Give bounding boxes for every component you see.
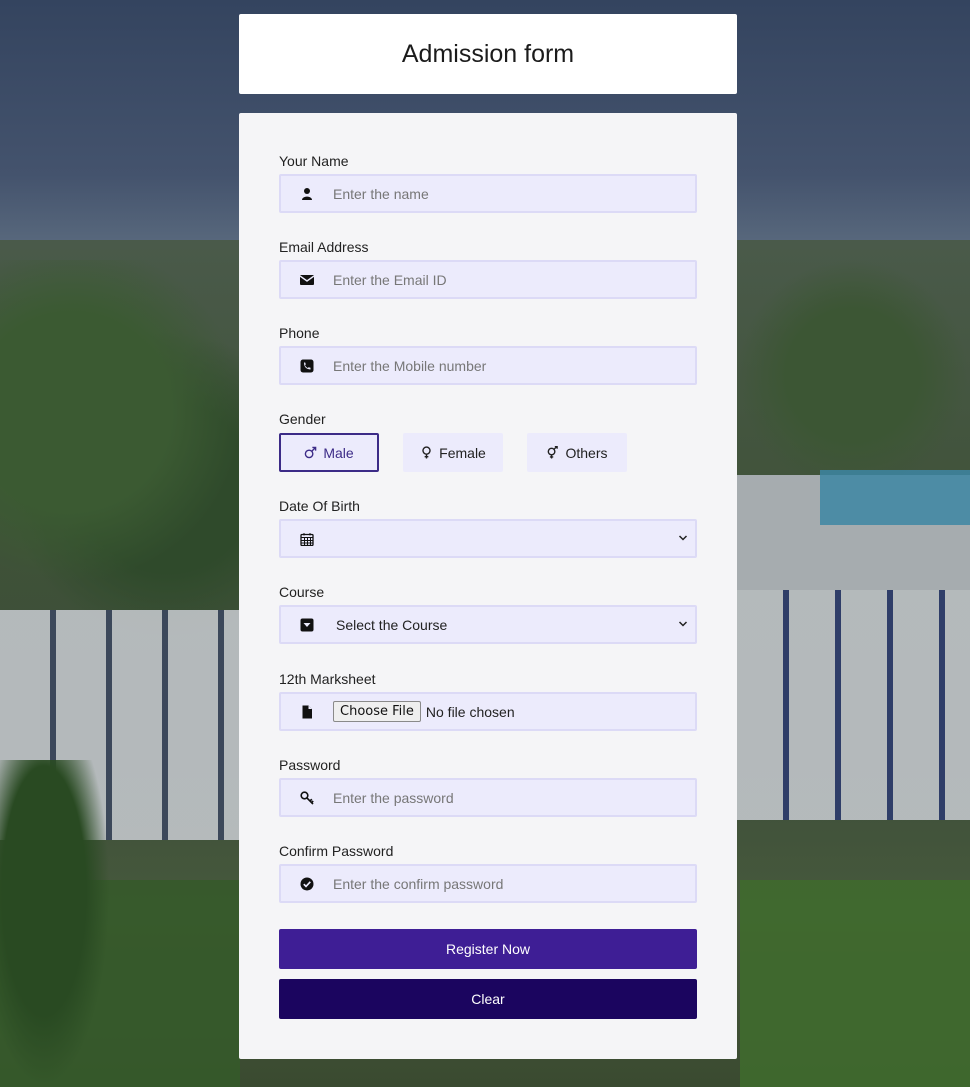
transgender-icon — [548, 446, 559, 459]
dob-field[interactable] — [279, 519, 697, 558]
confirm-password-input[interactable]: Enter the confirm password — [333, 876, 503, 892]
phone-label: Phone — [279, 325, 320, 341]
file-icon — [281, 705, 333, 719]
dob-label: Date Of Birth — [279, 498, 360, 514]
gender-others-option[interactable]: Others — [527, 433, 627, 472]
password-label: Password — [279, 757, 341, 773]
choose-file-button[interactable]: Choose File — [333, 701, 421, 722]
user-icon — [281, 187, 333, 201]
confirm-password-field[interactable]: Enter the confirm password — [279, 864, 697, 903]
phone-icon — [281, 359, 333, 373]
phone-field[interactable]: Enter the Mobile number — [279, 346, 697, 385]
female-icon — [422, 446, 431, 459]
email-field[interactable]: Enter the Email ID — [279, 260, 697, 299]
male-icon — [305, 446, 317, 459]
name-input[interactable]: Enter the name — [333, 186, 429, 202]
email-input[interactable]: Enter the Email ID — [333, 272, 447, 288]
calendar-icon — [281, 532, 333, 546]
gender-female-label: Female — [439, 444, 486, 461]
key-icon — [281, 790, 333, 805]
marksheet-label: 12th Marksheet — [279, 671, 376, 687]
course-select[interactable]: Select the Course — [279, 605, 697, 644]
chevron-down-icon — [678, 621, 688, 627]
gender-female-option[interactable]: Female — [403, 433, 503, 472]
course-selected-value: Select the Course — [336, 616, 448, 633]
header-card: Admission form — [239, 14, 737, 94]
marksheet-field: Choose File No file chosen — [279, 692, 697, 731]
clear-button[interactable]: Clear — [279, 979, 697, 1019]
gender-others-label: Others — [565, 444, 608, 461]
register-button[interactable]: Register Now — [279, 929, 697, 969]
phone-input[interactable]: Enter the Mobile number — [333, 358, 486, 374]
file-status-text: No file chosen — [425, 703, 515, 720]
password-input[interactable]: Enter the password — [333, 790, 454, 806]
chevron-down-icon[interactable] — [677, 532, 689, 544]
admission-form: Your Name Enter the name Email Address E… — [239, 113, 737, 1059]
name-label: Your Name — [279, 153, 349, 169]
gender-male-option[interactable]: Male — [279, 433, 379, 472]
check-circle-icon — [281, 877, 333, 891]
dropdown-box-icon — [281, 618, 333, 632]
gender-label: Gender — [279, 411, 326, 427]
email-label: Email Address — [279, 239, 369, 255]
password-field[interactable]: Enter the password — [279, 778, 697, 817]
gender-male-label: Male — [323, 444, 354, 461]
confirm-password-label: Confirm Password — [279, 843, 394, 859]
name-field[interactable]: Enter the name — [279, 174, 697, 213]
envelope-icon — [281, 273, 333, 287]
page-title: Admission form — [401, 39, 575, 68]
course-label: Course — [279, 584, 325, 600]
